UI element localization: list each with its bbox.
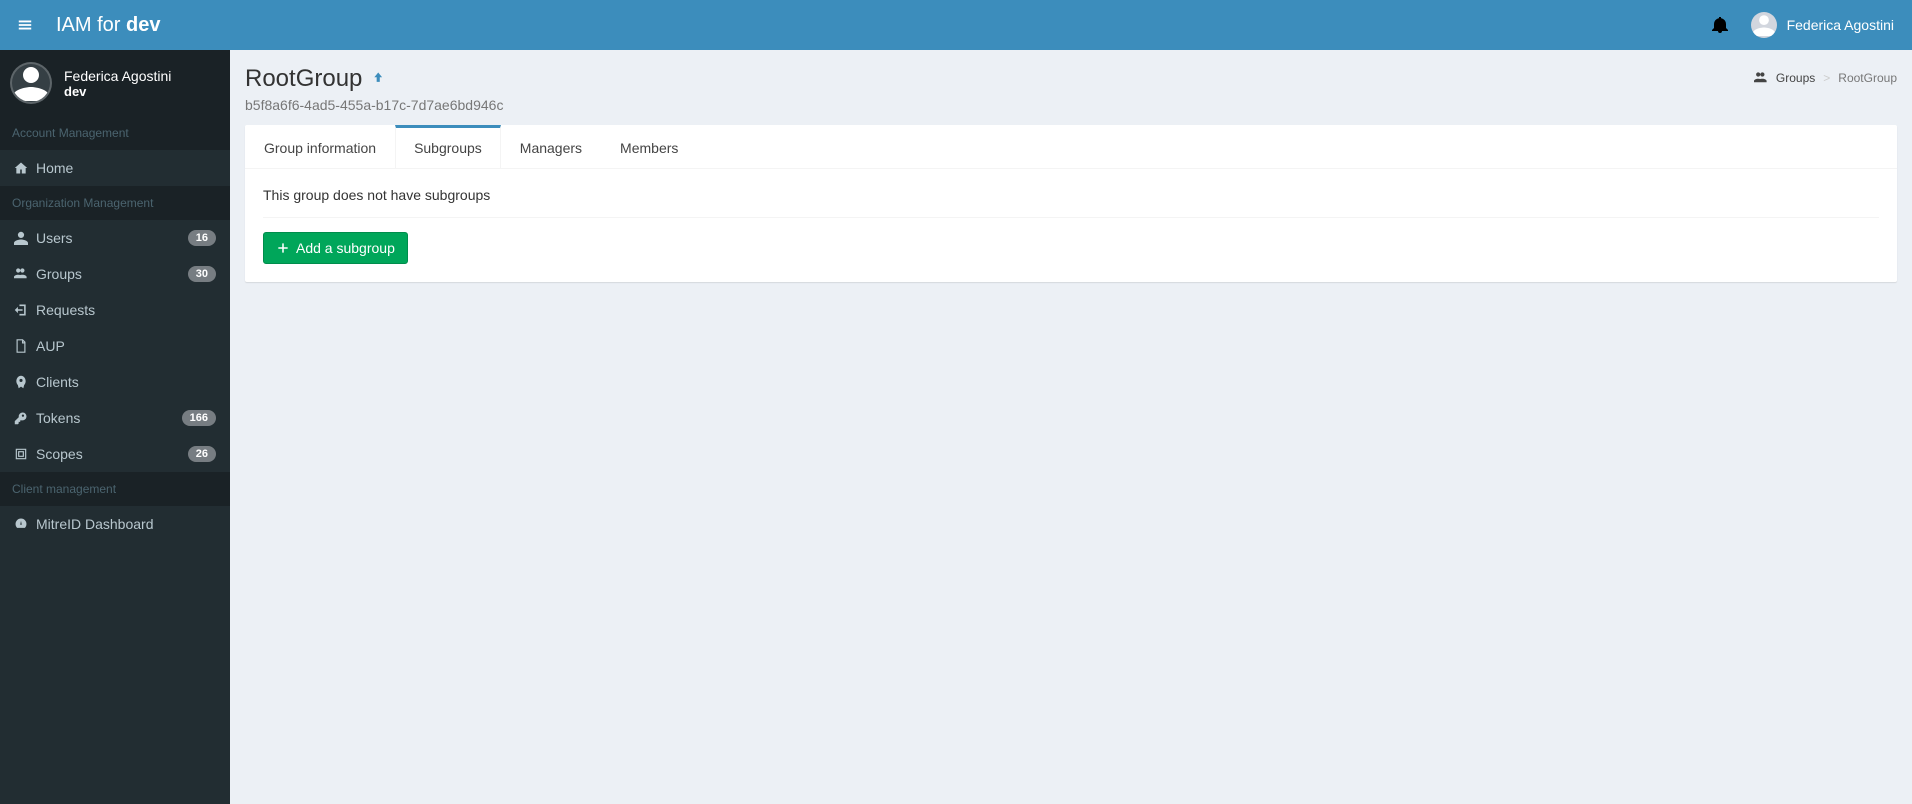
sign-in-icon — [14, 303, 36, 317]
add-subgroup-button[interactable]: Add a subgroup — [263, 232, 408, 264]
scope-icon — [14, 447, 36, 461]
breadcrumb-current: RootGroup — [1838, 71, 1897, 85]
tab-group-information[interactable]: Group information — [245, 125, 395, 168]
sidebar-item-clients[interactable]: Clients — [0, 364, 230, 400]
main-content: RootGroup b5f8a6f6-4ad5-455a-b17c-7d7ae6… — [230, 50, 1912, 804]
file-icon — [14, 339, 36, 353]
sidebar-user-panel: Federica Agostini dev — [0, 50, 230, 116]
dashboard-icon — [14, 517, 36, 531]
badge-count: 16 — [188, 230, 216, 246]
sidebar: Federica Agostini dev Account Management… — [0, 50, 230, 804]
group-detail-box: Group information Subgroups Managers Mem… — [245, 125, 1897, 282]
add-subgroup-label: Add a subgroup — [296, 240, 395, 256]
sidebar-username: Federica Agostini — [64, 68, 171, 84]
page-title: RootGroup — [245, 65, 386, 93]
tab-bar: Group information Subgroups Managers Mem… — [245, 125, 1897, 169]
user-icon — [14, 231, 36, 245]
logo-prefix: IAM for — [56, 14, 126, 36]
sidebar-item-home[interactable]: Home — [0, 150, 230, 186]
key-icon — [14, 411, 36, 425]
plus-icon — [276, 241, 290, 255]
page-title-text: RootGroup — [245, 65, 362, 93]
breadcrumb: Groups > RootGroup — [1754, 65, 1897, 85]
sidebar-item-label: Requests — [36, 302, 216, 318]
rocket-icon — [14, 375, 36, 389]
sidebar-item-groups[interactable]: Groups 30 — [0, 256, 230, 292]
users-icon — [1754, 71, 1768, 85]
app-logo[interactable]: IAM for dev — [50, 14, 160, 37]
tab-content: This group does not have subgroups Add a… — [245, 169, 1897, 282]
header-username: Federica Agostini — [1787, 17, 1894, 33]
app-header: IAM for dev Federica Agostini — [0, 0, 1912, 50]
logo-bold: dev — [126, 14, 160, 36]
level-up-icon — [372, 71, 386, 85]
badge-count: 30 — [188, 266, 216, 282]
sidebar-toggle[interactable] — [0, 0, 50, 50]
sidebar-item-label: AUP — [36, 338, 216, 354]
bell-icon — [1711, 16, 1729, 34]
badge-count: 26 — [188, 446, 216, 462]
sidebar-item-aup[interactable]: AUP — [0, 328, 230, 364]
sidebar-item-label: Clients — [36, 374, 216, 390]
sidebar-item-requests[interactable]: Requests — [0, 292, 230, 328]
sidebar-item-label: Scopes — [36, 446, 188, 462]
sidebar-item-label: Home — [36, 160, 216, 176]
home-icon — [14, 161, 36, 175]
sidebar-item-scopes[interactable]: Scopes 26 — [0, 436, 230, 472]
sidebar-item-label: Users — [36, 230, 188, 246]
breadcrumb-groups-link[interactable]: Groups — [1776, 71, 1815, 85]
tab-members[interactable]: Members — [601, 125, 697, 168]
tab-subgroups[interactable]: Subgroups — [395, 125, 501, 168]
sidebar-item-label: Groups — [36, 266, 188, 282]
sidebar-userrole: dev — [64, 84, 171, 99]
sidebar-section-org: Organization Management — [0, 186, 230, 220]
avatar — [10, 62, 52, 104]
sidebar-section-client: Client management — [0, 472, 230, 506]
tab-managers[interactable]: Managers — [501, 125, 601, 168]
sidebar-item-tokens[interactable]: Tokens 166 — [0, 400, 230, 436]
group-uuid: b5f8a6f6-4ad5-455a-b17c-7d7ae6bd946c — [245, 97, 1754, 113]
badge-count: 166 — [182, 410, 216, 426]
avatar — [1751, 12, 1777, 38]
sidebar-item-label: Tokens — [36, 410, 182, 426]
notifications-button[interactable] — [1711, 16, 1729, 34]
users-icon — [14, 267, 36, 281]
sidebar-item-label: MitreID Dashboard — [36, 516, 216, 532]
header-user-menu[interactable]: Federica Agostini — [1751, 12, 1894, 38]
sidebar-item-mitreid[interactable]: MitreID Dashboard — [0, 506, 230, 542]
parent-group-link[interactable] — [372, 71, 386, 88]
sidebar-section-account: Account Management — [0, 116, 230, 150]
bars-icon — [17, 17, 33, 33]
empty-subgroups-message: This group does not have subgroups — [263, 187, 1879, 218]
breadcrumb-separator: > — [1823, 71, 1830, 85]
sidebar-item-users[interactable]: Users 16 — [0, 220, 230, 256]
